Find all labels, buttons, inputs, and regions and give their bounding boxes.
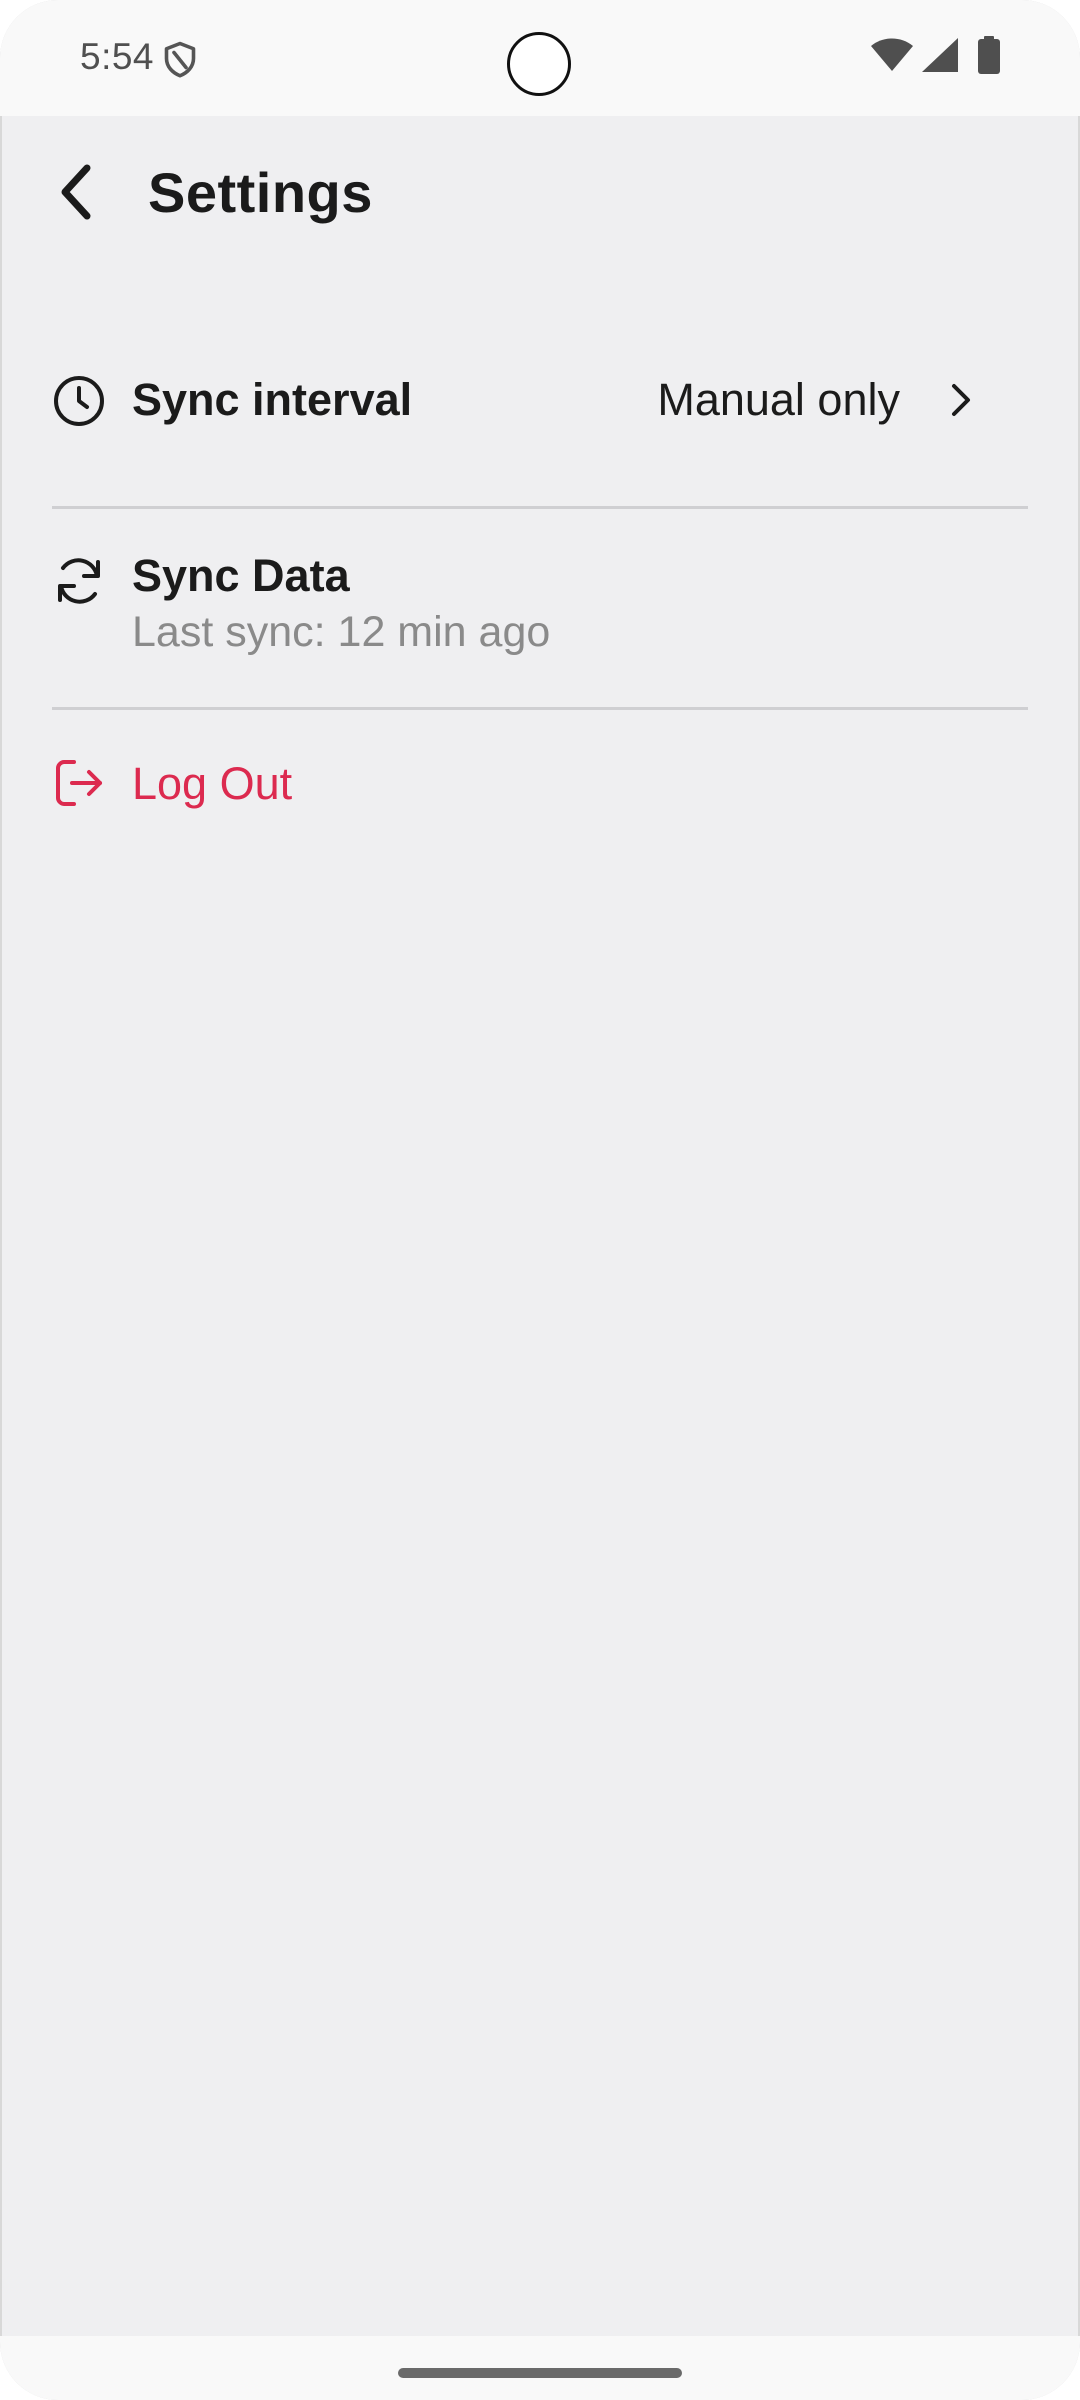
status-time: 5:54	[80, 36, 155, 77]
sync-interval-value: Manual only	[657, 374, 900, 425]
page-title: Settings	[148, 161, 373, 224]
status-bar: 5:54	[0, 0, 1080, 116]
app-bar: Settings	[0, 116, 1080, 286]
chevron-right-icon	[952, 384, 970, 416]
sync-data-row[interactable]: Sync Data Last sync: 12 min ago	[52, 540, 1028, 680]
wifi-icon	[871, 38, 913, 71]
last-sync-text: Last sync: 12 min ago	[132, 608, 551, 656]
chevron-left-icon	[61, 164, 91, 220]
log-out-button[interactable]: Log Out	[52, 740, 1028, 830]
sync-icon	[58, 558, 100, 604]
shield-icon	[164, 41, 196, 78]
home-handle[interactable]	[398, 2368, 682, 2378]
sync-interval-label: Sync interval	[132, 374, 413, 425]
clock-icon	[54, 376, 104, 426]
camera-cutout	[507, 32, 571, 96]
divider	[52, 506, 1028, 509]
cellular-signal-icon	[922, 38, 958, 72]
divider	[52, 707, 1028, 710]
sync-data-label: Sync Data	[132, 550, 350, 601]
sync-interval-row[interactable]: Sync interval Manual only	[52, 350, 1028, 460]
log-out-label: Log Out	[132, 758, 293, 809]
logout-icon	[56, 760, 102, 806]
phone-screen: 5:54 Settings Sync interval Manual only …	[0, 0, 1080, 2400]
battery-icon	[978, 36, 1000, 74]
gesture-nav-bar	[0, 2336, 1080, 2400]
back-button[interactable]	[40, 156, 112, 228]
